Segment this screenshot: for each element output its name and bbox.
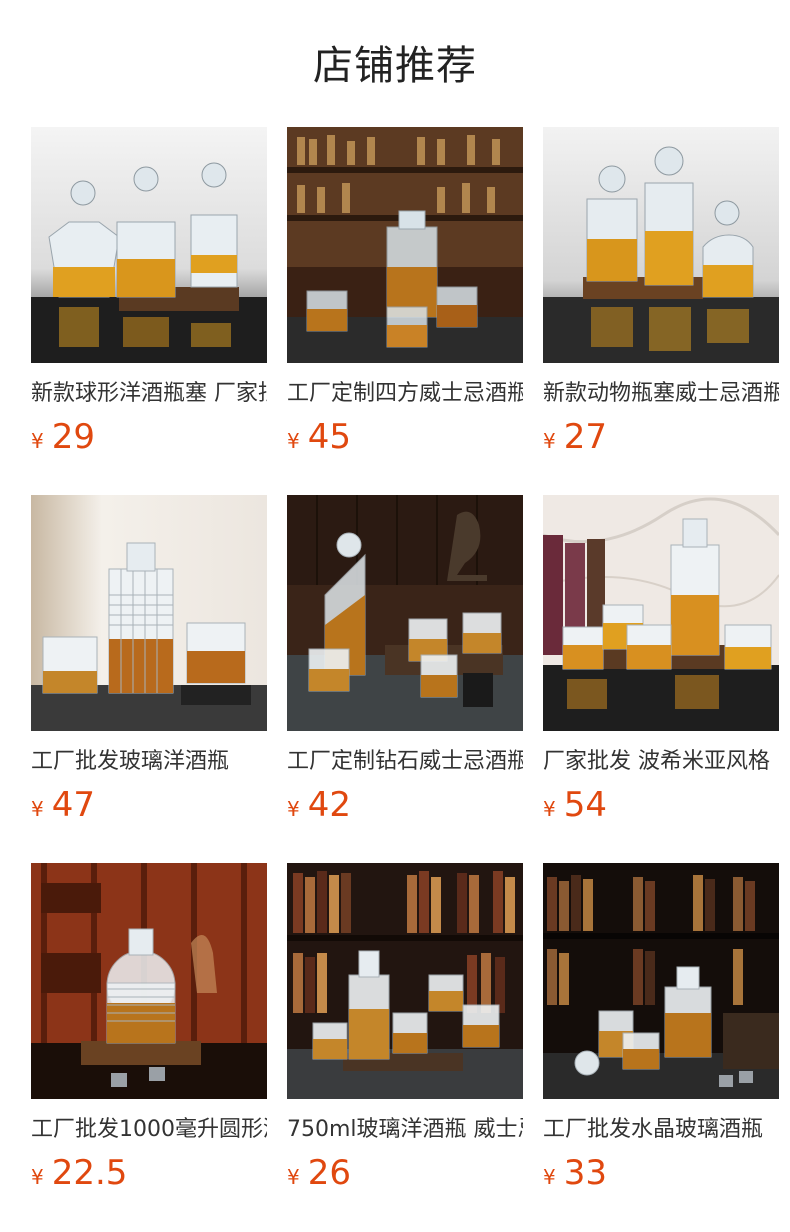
product-price: ¥26 <box>287 1153 523 1193</box>
product-price: ¥54 <box>543 785 779 825</box>
price-amount: 22.5 <box>51 1153 128 1193</box>
product-price: ¥45 <box>287 417 523 457</box>
product-card[interactable]: 750ml玻璃洋酒瓶 威士忌 ¥26 <box>287 863 523 1231</box>
currency-symbol: ¥ <box>287 797 300 821</box>
product-card[interactable]: 新款球形洋酒瓶塞 厂家批发 ¥29 <box>31 127 267 495</box>
product-name[interactable]: 工厂定制钻石威士忌酒瓶 <box>287 747 523 777</box>
price-amount: 26 <box>307 1153 351 1193</box>
section-title: 店铺推荐 <box>313 43 477 89</box>
product-image[interactable] <box>31 863 267 1099</box>
price-amount: 27 <box>563 417 607 457</box>
product-image[interactable] <box>31 127 267 363</box>
recommend-page: 店铺推荐 新款球形洋酒瓶塞 厂家 ¥ 29 工厂定制四方威士忌酒瓶 ¥ 45 新… <box>0 0 790 1232</box>
currency-symbol: ¥ <box>543 429 556 453</box>
product-name[interactable]: 厂家批发 波希米亚风格 <box>543 747 779 777</box>
product-name[interactable]: 工厂定制四方威士忌酒瓶 <box>287 379 523 409</box>
currency-symbol: ¥ <box>543 1165 556 1189</box>
product-name[interactable]: 750ml玻璃洋酒瓶 威士忌 <box>287 1115 523 1145</box>
price-amount: 47 <box>51 785 95 825</box>
product-name[interactable]: 新款动物瓶塞威士忌酒瓶 <box>543 379 779 409</box>
price-amount: 33 <box>563 1153 607 1193</box>
currency-symbol: ¥ <box>287 429 300 453</box>
product-image[interactable] <box>287 127 523 363</box>
product-card[interactable]: 厂家批发 波希米亚风格 ¥54 <box>543 495 779 863</box>
product-card[interactable]: 工厂批发水晶玻璃酒瓶 ¥33 <box>543 863 779 1231</box>
product-image[interactable] <box>287 495 523 731</box>
product-image[interactable] <box>543 127 779 363</box>
product-grid: 新款球形洋酒瓶塞 厂家批发 ¥29 <box>31 127 779 1231</box>
product-price: ¥29 <box>31 417 267 457</box>
product-card[interactable]: 新款动物瓶塞威士忌酒瓶 ¥27 <box>543 127 779 495</box>
currency-symbol: ¥ <box>543 797 556 821</box>
product-name[interactable]: 工厂批发水晶玻璃酒瓶 <box>543 1115 779 1145</box>
product-image[interactable] <box>543 495 779 731</box>
product-card[interactable]: 工厂批发1000毫升圆形酒瓶 ¥22.5 <box>31 863 267 1231</box>
product-name[interactable]: 工厂批发玻璃洋酒瓶 <box>31 747 267 777</box>
product-price: ¥42 <box>287 785 523 825</box>
product-name[interactable]: 工厂批发1000毫升圆形酒瓶 <box>31 1115 267 1145</box>
product-price: ¥33 <box>543 1153 779 1193</box>
product-card[interactable]: 工厂定制钻石威士忌酒瓶 ¥42 <box>287 495 523 863</box>
product-card[interactable]: 工厂定制四方威士忌酒瓶 ¥45 <box>287 127 523 495</box>
product-image[interactable] <box>287 863 523 1099</box>
price-amount: 29 <box>51 417 95 457</box>
currency-symbol: ¥ <box>31 1165 44 1189</box>
product-price: ¥22.5 <box>31 1153 267 1193</box>
product-price: ¥47 <box>31 785 267 825</box>
currency-symbol: ¥ <box>31 429 44 453</box>
product-image[interactable] <box>543 863 779 1099</box>
currency-symbol: ¥ <box>287 1165 300 1189</box>
price-amount: 54 <box>563 785 607 825</box>
product-card[interactable]: 工厂批发玻璃洋酒瓶 ¥47 <box>31 495 267 863</box>
currency-symbol: ¥ <box>31 797 44 821</box>
product-name[interactable]: 新款球形洋酒瓶塞 厂家批发 <box>31 379 267 409</box>
price-amount: 45 <box>307 417 351 457</box>
price-amount: 42 <box>307 785 351 825</box>
product-image[interactable] <box>31 495 267 731</box>
product-price: ¥27 <box>543 417 779 457</box>
